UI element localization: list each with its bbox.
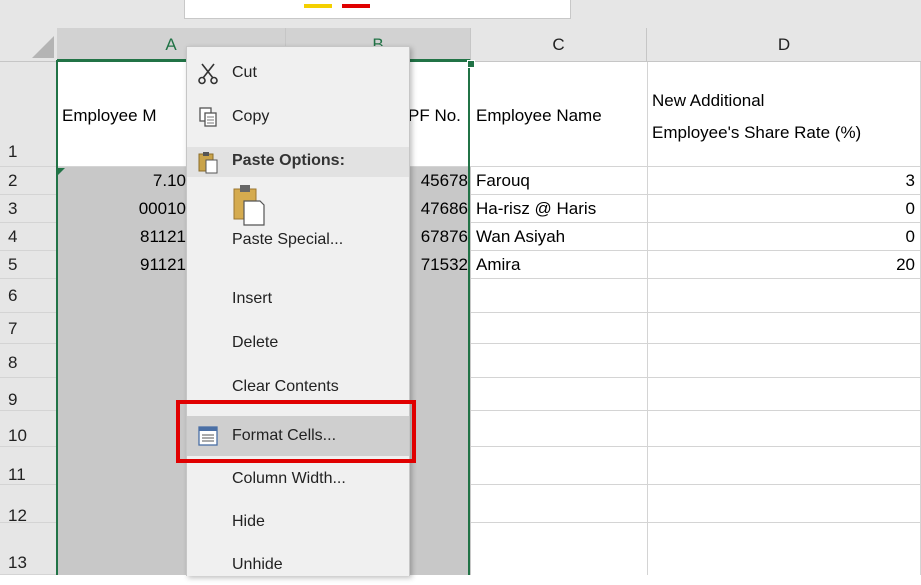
column-header-d[interactable]: D — [647, 28, 921, 61]
cell-d1-line2[interactable]: Employee's Share Rate (%) — [652, 123, 917, 143]
context-menu: Cut Copy Paste Options: Paste Special...… — [186, 46, 410, 576]
row-header-9[interactable]: 9 — [0, 378, 57, 411]
column-header-c[interactable]: C — [471, 28, 647, 61]
row-header-13[interactable]: 13 — [0, 523, 57, 575]
row-header-12[interactable]: 12 — [0, 485, 57, 525]
cell-c3[interactable]: Ha-risz @ Haris — [476, 199, 646, 219]
menu-item-hide[interactable]: Hide — [187, 502, 409, 542]
cell-d5[interactable]: 20 — [650, 255, 915, 275]
menu-item-label: Hide — [232, 513, 265, 530]
menu-item-delete[interactable]: Delete — [187, 323, 409, 363]
fill-color-swatch[interactable] — [342, 4, 370, 8]
select-all-triangle-icon — [32, 36, 54, 58]
paste-options-header: Paste Options: — [187, 147, 409, 177]
grid-line — [471, 522, 921, 523]
grid-line — [471, 377, 921, 378]
menu-item-label: Delete — [232, 334, 279, 351]
menu-item-cut[interactable]: Cut — [187, 53, 409, 93]
row-header-6[interactable]: 6 — [0, 279, 57, 313]
menu-item-label: Unhide — [232, 556, 283, 573]
row-header-8[interactable]: 8 — [0, 344, 57, 378]
format-cells-highlight — [176, 400, 416, 463]
select-all-button[interactable] — [0, 28, 58, 61]
cell-c1[interactable]: Employee Name — [476, 106, 646, 126]
cell-d4[interactable]: 0 — [650, 227, 915, 247]
menu-item-paste-special[interactable]: Paste Special... — [187, 220, 409, 260]
grid-line — [471, 222, 921, 223]
clipboard-icon — [198, 152, 218, 174]
selection-handle[interactable] — [467, 60, 475, 68]
menu-item-label: Copy — [232, 108, 270, 125]
menu-item-label: Cut — [232, 64, 257, 81]
menu-item-label: Paste Special... — [232, 231, 344, 248]
font-color-swatch[interactable] — [304, 4, 332, 8]
row-header-7[interactable]: 7 — [0, 313, 57, 344]
cell-d1-line1[interactable]: New Additional — [652, 91, 912, 111]
cell-d2[interactable]: 3 — [650, 171, 915, 191]
cell-c5[interactable]: Amira — [476, 255, 646, 275]
ribbon-fragment — [184, 0, 571, 19]
menu-item-label: Column Width... — [232, 470, 346, 487]
grid-line — [471, 194, 921, 195]
paste-options-label: Paste Options: — [232, 152, 345, 169]
grid-line — [471, 250, 921, 251]
cell-d3[interactable]: 0 — [650, 199, 915, 219]
column-header-row: A B C D — [0, 28, 921, 62]
row-header-2[interactable]: 2 — [0, 167, 57, 195]
menu-item-label: Insert — [232, 290, 273, 307]
menu-item-label: Clear Contents — [232, 378, 339, 395]
row-header-3[interactable]: 3 — [0, 195, 57, 223]
menu-item-column-width[interactable]: Column Width... — [187, 459, 409, 499]
cell-c2[interactable]: Farouq — [476, 171, 646, 191]
copy-icon — [199, 107, 217, 127]
row-header-4[interactable]: 4 — [0, 223, 57, 251]
grid-line — [471, 446, 921, 447]
toolbar-strip — [0, 0, 921, 28]
grid-line — [471, 410, 921, 411]
row-header-1[interactable]: 1 — [0, 62, 57, 167]
row-header-10[interactable]: 10 — [0, 411, 57, 447]
grid-line — [471, 278, 921, 279]
row-header-11[interactable]: 11 — [0, 447, 57, 485]
grid-line — [471, 484, 921, 485]
grid-line — [647, 62, 648, 575]
grid-line — [471, 312, 921, 313]
scissors-icon — [198, 63, 218, 85]
menu-item-copy[interactable]: Copy — [187, 97, 409, 137]
menu-item-unhide[interactable]: Unhide — [187, 545, 409, 585]
grid-line — [471, 343, 921, 344]
menu-item-insert[interactable]: Insert — [187, 279, 409, 319]
row-header-5[interactable]: 5 — [0, 251, 57, 279]
cell-c4[interactable]: Wan Asiyah — [476, 227, 646, 247]
